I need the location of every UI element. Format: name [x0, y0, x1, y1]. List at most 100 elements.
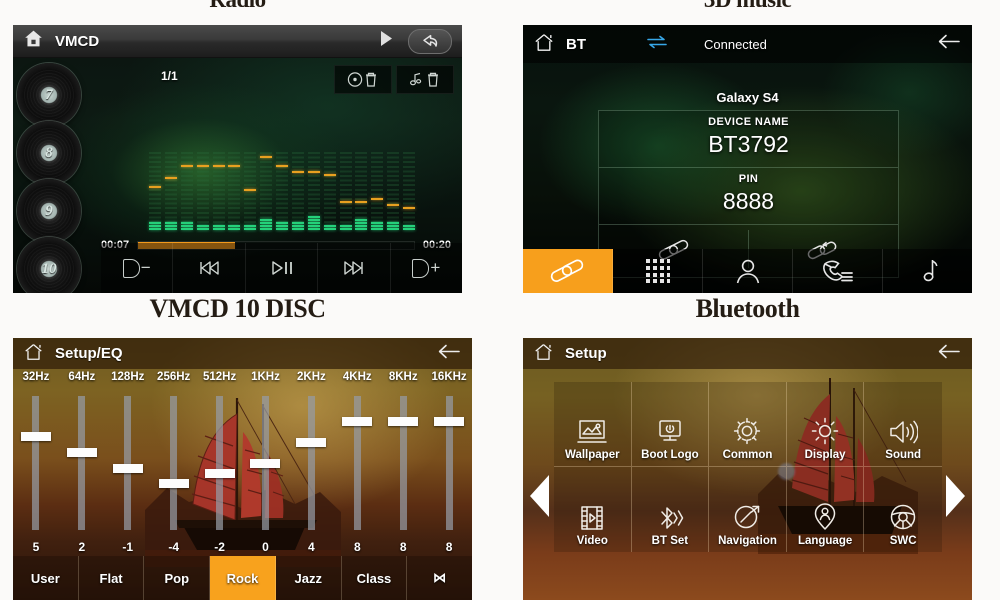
spectrum-segment	[276, 222, 288, 224]
eq-slider-knob[interactable]	[158, 479, 189, 489]
spectrum-segment	[291, 222, 304, 224]
eq-band-slider[interactable]: 4	[288, 396, 334, 554]
tab-bt-music[interactable]	[883, 249, 972, 293]
bt-tabbar	[523, 249, 972, 293]
disc-item[interactable]: 10	[17, 237, 81, 293]
setup-swc[interactable]: SWC	[864, 467, 942, 552]
caption-bluetooth-text: Bluetooth	[695, 294, 800, 323]
disc-item[interactable]: 9	[17, 179, 81, 243]
track-next-button[interactable]	[318, 243, 391, 293]
eq-title: Setup/EQ	[55, 345, 123, 362]
back-arrow-icon[interactable]	[938, 34, 960, 54]
eq-band-slider[interactable]: -4	[151, 396, 197, 554]
back-arrow-icon[interactable]	[938, 344, 960, 364]
tab-keypad[interactable]	[613, 249, 703, 293]
eq-band-slider[interactable]: 8	[334, 396, 380, 554]
eq-band-slider[interactable]: 8	[380, 396, 426, 554]
disc-prev-button[interactable]: −	[101, 243, 174, 293]
spectrum-segment	[307, 219, 320, 221]
home-icon[interactable]	[23, 28, 44, 54]
setup-common[interactable]: Common	[709, 382, 787, 467]
delete-music-button[interactable]	[396, 65, 454, 94]
eq-slider-knob[interactable]	[434, 416, 465, 426]
disc-item[interactable]: 8	[17, 121, 81, 185]
play-icon[interactable]	[379, 30, 394, 52]
caption-3d-music: 3D music	[523, 0, 972, 13]
spectrum-band	[403, 152, 415, 230]
eq-frequency-labels: 32Hz 64Hz 128Hz 256Hz 512Hz 1KHz 2KHz 4KHz 8KHz 1…	[13, 371, 472, 393]
eq-slider-knob[interactable]	[296, 437, 327, 447]
eq-band-value: -4	[168, 540, 179, 554]
pin-value[interactable]: 8888	[599, 188, 898, 215]
right-triangle-icon[interactable]	[946, 475, 965, 517]
eq-band-slider[interactable]: 2	[59, 396, 105, 554]
eq-frequency-label: 16KHz	[431, 371, 467, 383]
setup-display[interactable]: Display	[786, 382, 865, 467]
setup-language[interactable]: Language	[786, 467, 865, 552]
spectrum-band	[339, 152, 352, 230]
setup-wallpaper[interactable]: Wallpaper	[554, 382, 632, 467]
eq-slider-knob[interactable]	[66, 448, 97, 458]
setup-bt-set[interactable]: BT Set	[631, 467, 710, 552]
eq-slider-knob[interactable]	[250, 458, 281, 468]
spectrum-peak	[180, 165, 193, 167]
preset-pop[interactable]: Pop	[144, 556, 211, 600]
eq-band-slider[interactable]: 0	[243, 396, 289, 554]
preset-jazz[interactable]: Jazz	[275, 556, 342, 600]
eq-slider-knob[interactable]	[388, 416, 419, 426]
home-icon[interactable]	[533, 342, 554, 366]
track-prev-button[interactable]	[173, 243, 246, 293]
spectrum-band	[276, 152, 288, 230]
setup-sound[interactable]: Sound	[864, 382, 942, 467]
eq-slider-knob[interactable]	[112, 463, 143, 473]
home-icon[interactable]	[23, 342, 44, 366]
setup-boot-logo[interactable]: Boot Logo	[631, 382, 710, 467]
spectrum-segment	[387, 225, 400, 227]
left-triangle-icon[interactable]	[530, 475, 549, 517]
tab-contacts[interactable]	[703, 249, 793, 293]
disc-next-button[interactable]: +	[391, 243, 462, 293]
spectrum-segment	[164, 222, 177, 224]
eq-band-value: 5	[32, 540, 40, 554]
spectrum-band	[228, 152, 241, 230]
spectrum-segment	[196, 225, 209, 227]
eq-band-slider[interactable]: 8	[426, 396, 472, 554]
spectrum-segment	[212, 225, 225, 227]
delete-disc-button[interactable]	[334, 65, 392, 94]
tab-pair[interactable]	[523, 249, 613, 293]
tab-call-history[interactable]	[793, 249, 883, 293]
disc-item[interactable]: 7	[17, 63, 81, 127]
gear-icon	[733, 405, 761, 445]
preset-mute[interactable]: ⋈	[407, 556, 472, 600]
spectrum-segment	[323, 225, 336, 227]
spectrum-segment	[244, 228, 257, 230]
setup-navigation[interactable]: Navigation	[709, 467, 787, 552]
caption-vmcd-text: VMCD 10 DISC	[149, 294, 327, 323]
eq-band-slider[interactable]: 5	[13, 396, 59, 554]
eq-slider-knob[interactable]	[20, 432, 51, 442]
spectrum-peak	[323, 174, 336, 176]
spectrum-band	[387, 152, 400, 230]
eq-band-slider[interactable]: -1	[105, 396, 151, 554]
spectrum-band	[260, 152, 273, 230]
preset-user[interactable]: User	[13, 556, 79, 600]
preset-class[interactable]: Class	[341, 556, 408, 600]
eq-band-slider[interactable]: -2	[197, 396, 243, 554]
link-icon	[550, 259, 583, 282]
device-name-value[interactable]: BT3792	[599, 131, 898, 158]
play-pause-button[interactable]	[246, 243, 319, 293]
steering-wheel-icon	[889, 491, 917, 531]
eq-slider-knob[interactable]	[342, 416, 373, 426]
spectrum-segment	[180, 228, 193, 230]
preset-flat[interactable]: Flat	[78, 556, 145, 600]
disc-list: 7 8 9 10	[17, 63, 89, 293]
eq-slider-knob[interactable]	[204, 468, 235, 478]
setup-video[interactable]: Video	[554, 467, 632, 552]
preset-rock[interactable]: Rock	[210, 556, 276, 600]
home-icon[interactable]	[533, 32, 555, 57]
setup-item-label: SWC	[889, 535, 917, 547]
spectrum-peak	[196, 165, 209, 167]
back-arrow-icon[interactable]	[438, 344, 460, 364]
back-arrow-icon[interactable]	[408, 28, 452, 54]
spectrum-analyzer	[149, 152, 415, 230]
